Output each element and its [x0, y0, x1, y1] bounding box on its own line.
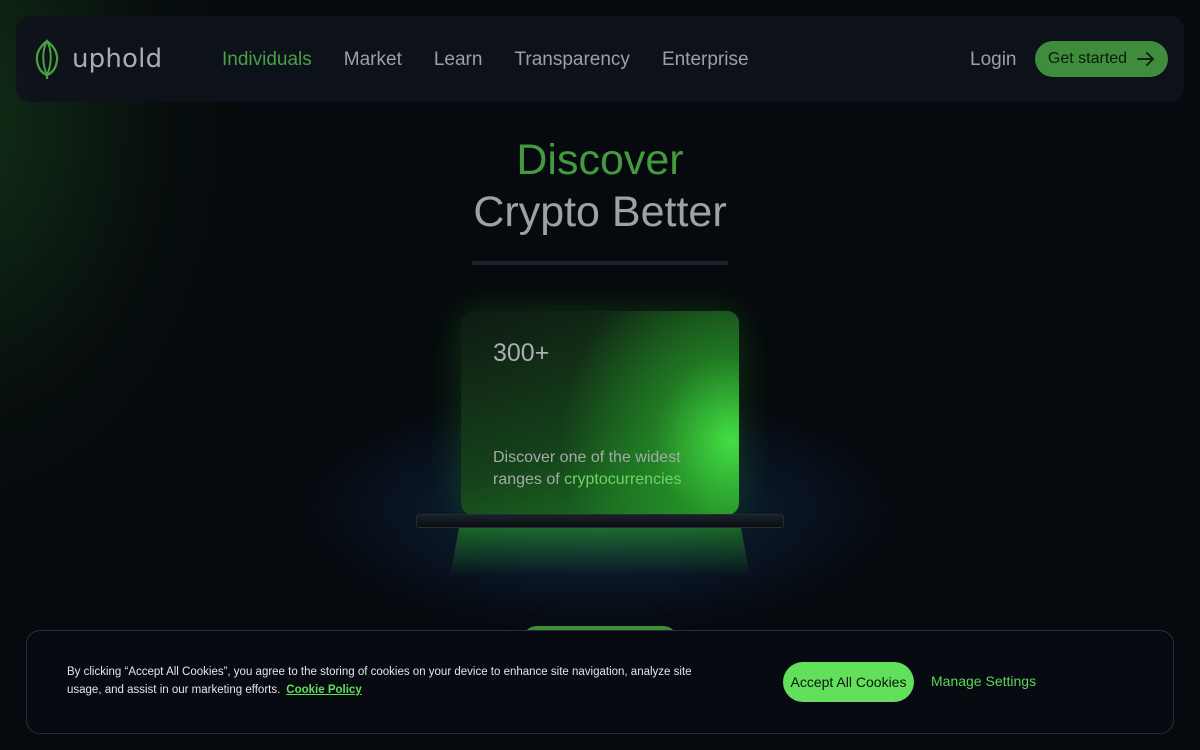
accept-all-cookies-button[interactable]: Accept All Cookies [783, 662, 914, 702]
manage-settings-button[interactable]: Manage Settings [931, 673, 1036, 689]
feature-card-description: Discover one of the widest ranges of cry… [493, 447, 723, 491]
feature-card: 300+ Discover one of the widest ranges o… [461, 311, 739, 515]
cookie-policy-link[interactable]: Cookie Policy [286, 684, 361, 696]
hero-title-line-2: Crypto Better [473, 188, 727, 236]
get-started-button[interactable]: Get started [1035, 41, 1168, 77]
page: uphold Individuals Market Learn Transpar… [0, 0, 1200, 750]
cookie-consent-text: By clicking “Accept All Cookies”, you ag… [67, 663, 727, 699]
cookie-consent-banner: By clicking “Accept All Cookies”, you ag… [26, 630, 1174, 734]
brand-logo[interactable]: uphold [32, 38, 162, 80]
arrow-right-icon [1137, 52, 1154, 66]
login-link[interactable]: Login [970, 49, 1017, 71]
main-nav-links: Individuals Market Learn Transparency En… [222, 49, 749, 71]
feature-card-highlight: cryptocurrencies [564, 471, 682, 488]
get-started-label: Get started [1047, 50, 1128, 67]
top-navigation-bar: uphold Individuals Market Learn Transpar… [16, 16, 1184, 102]
uphold-seed-icon [35, 38, 59, 79]
cookie-message: By clicking “Accept All Cookies”, you ag… [67, 666, 692, 696]
hero-divider [472, 261, 728, 265]
card-stand [416, 514, 784, 528]
hero-title-line-1: Discover [516, 136, 684, 184]
feature-card-count: 300+ [493, 339, 550, 367]
card-reflection [450, 528, 750, 576]
brand-name: uphold [72, 44, 163, 74]
nav-link-learn[interactable]: Learn [434, 49, 483, 71]
nav-link-individuals[interactable]: Individuals [222, 49, 312, 71]
nav-link-enterprise[interactable]: Enterprise [662, 49, 749, 71]
nav-link-market[interactable]: Market [344, 49, 402, 71]
nav-link-transparency[interactable]: Transparency [514, 49, 629, 71]
